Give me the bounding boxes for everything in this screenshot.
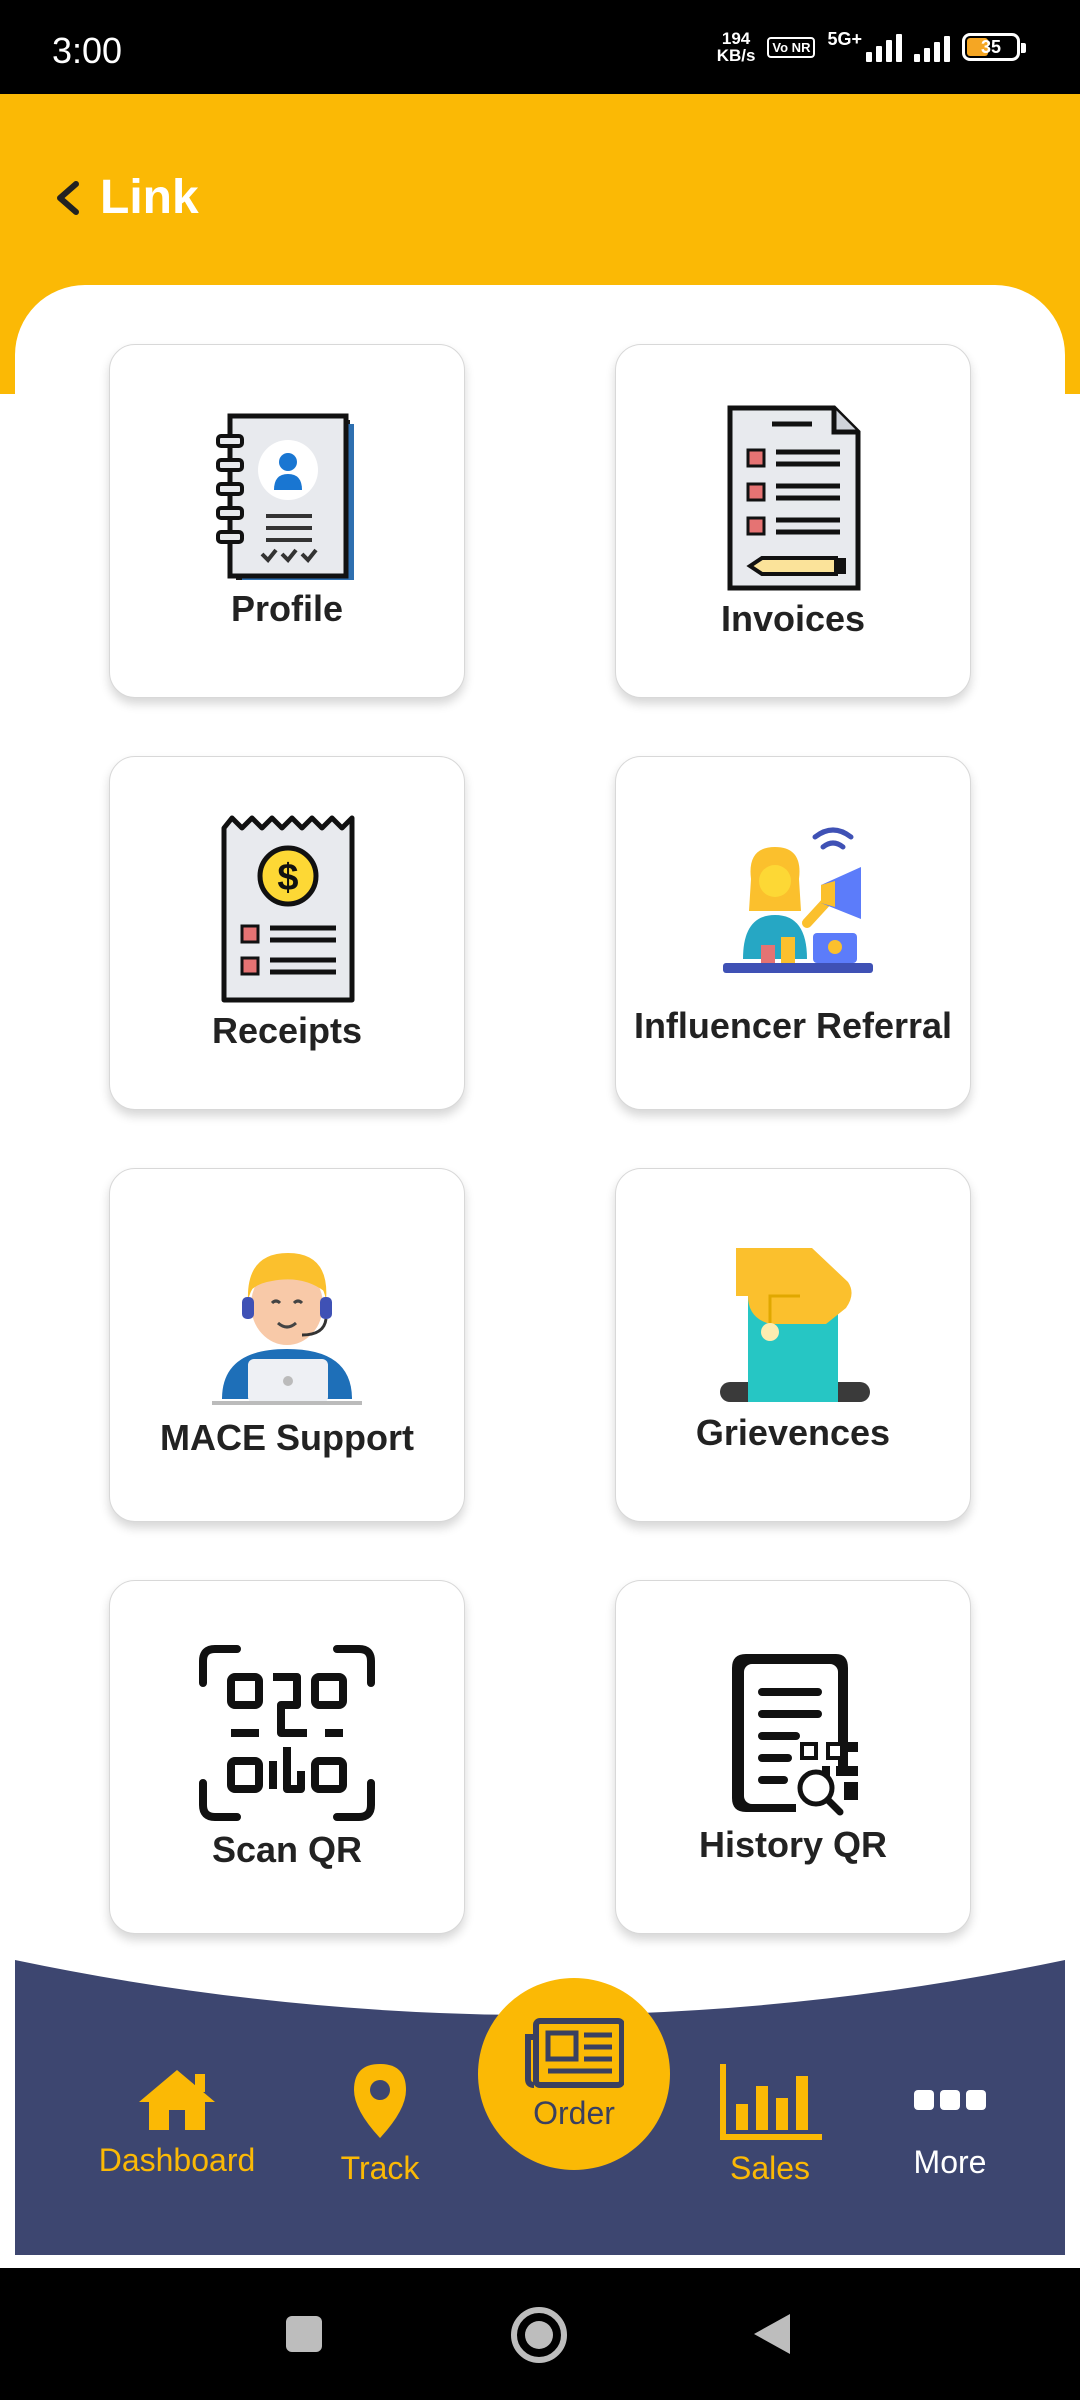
tile-scan-qr[interactable]: Scan QR xyxy=(109,1580,465,1934)
chevron-left-icon xyxy=(57,180,79,215)
nav-track[interactable]: Track xyxy=(320,2062,440,2187)
status-bar: 3:00 194 KB/s Vo NR 5G+ 35 xyxy=(0,0,1080,94)
nav-label: Sales xyxy=(729,2150,811,2186)
recents-square-icon[interactable] xyxy=(284,2314,324,2354)
net-speed: 194 KB/s xyxy=(716,29,756,65)
nav-label: Order xyxy=(533,2094,615,2131)
profile-notebook-icon xyxy=(216,413,354,580)
ballot-box-icon xyxy=(720,1248,870,1402)
tile-history-qr[interactable]: History QR xyxy=(615,1580,971,1934)
bar-chart-icon xyxy=(720,2064,822,2140)
more-dots-icon xyxy=(914,2090,986,2110)
tile-mace-support[interactable]: MACE Support xyxy=(109,1168,465,1522)
tile-label: MACE Support xyxy=(160,1417,414,1458)
home-icon xyxy=(139,2070,215,2130)
svg-text:$: $ xyxy=(277,857,298,899)
tile-label: Grievences xyxy=(695,1412,891,1453)
back-triangle-icon[interactable] xyxy=(750,2310,794,2358)
nav-label: More xyxy=(913,2144,987,2180)
nav-sales[interactable]: Sales xyxy=(710,2064,830,2187)
home-circle-icon[interactable] xyxy=(510,2306,568,2364)
nav-label: Track xyxy=(340,2150,420,2186)
tile-label: Profile xyxy=(230,588,344,629)
qr-history-icon xyxy=(732,1654,858,1816)
signal-icon xyxy=(866,32,902,62)
support-agent-icon xyxy=(212,1253,362,1405)
qr-scan-icon xyxy=(199,1645,375,1821)
status-icons: 194 KB/s Vo NR 5G+ 35 xyxy=(716,28,1026,65)
nav-more[interactable]: More xyxy=(890,2088,1010,2181)
nav-dashboard[interactable]: Dashboard xyxy=(90,2066,264,2179)
nav-order[interactable]: Order xyxy=(478,1978,670,2170)
volte-badge: Vo NR xyxy=(767,36,816,58)
invoice-document-icon xyxy=(727,405,861,591)
receipt-dollar-icon: $ xyxy=(221,815,355,1003)
influencer-megaphone-icon xyxy=(723,827,873,973)
tile-influencer-referral[interactable]: Influencer Referral xyxy=(615,756,971,1110)
signal-icon-2 xyxy=(914,32,950,62)
newspaper-icon xyxy=(525,2017,624,2088)
tile-label: History QR xyxy=(698,1824,888,1865)
location-pin-icon xyxy=(354,2064,406,2138)
tile-label: Influencer Referral xyxy=(633,1005,953,1046)
tile-label: Invoices xyxy=(720,598,866,639)
battery-icon: 35 xyxy=(962,33,1026,61)
tile-grievences[interactable]: Grievences xyxy=(615,1168,971,1522)
network-type: 5G+ xyxy=(827,28,862,49)
back-button[interactable]: Link xyxy=(52,170,199,225)
nav-label: Dashboard xyxy=(98,2142,256,2178)
tile-label: Scan QR xyxy=(211,1829,363,1870)
tile-profile[interactable]: Profile xyxy=(109,344,465,698)
tile-label: Receipts xyxy=(211,1010,363,1051)
page-title: Link xyxy=(100,171,199,224)
system-nav-bar xyxy=(0,2268,1080,2400)
status-time: 3:00 xyxy=(52,30,123,71)
tile-receipts[interactable]: $ Receipts xyxy=(109,756,465,1110)
tile-invoices[interactable]: Invoices xyxy=(615,344,971,698)
